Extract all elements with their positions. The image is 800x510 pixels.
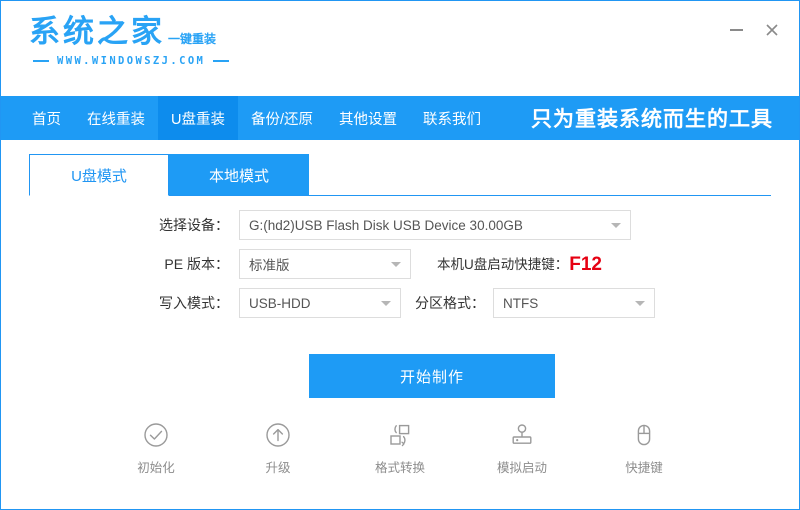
tool-initialize[interactable]: 初始化 xyxy=(120,420,192,476)
form-row-pe-version: PE 版本： 标准版 本机U盘启动快捷键：F12 xyxy=(1,249,799,279)
window-controls xyxy=(721,17,787,43)
logo-dash-right xyxy=(213,60,230,62)
tab-usb-mode[interactable]: U盘模式 xyxy=(29,154,169,196)
joystick-icon xyxy=(507,420,537,450)
boot-hotkey-label: 本机U盘启动快捷键： xyxy=(437,256,569,272)
logo-dash-left xyxy=(33,60,49,62)
brand-logo: 系统之家 一键重装 WWW.WINDOWSZJ.COM xyxy=(29,17,309,67)
tool-format-convert[interactable]: 格式转换 xyxy=(364,420,436,476)
mode-tab-bar: U盘模式 本地模式 xyxy=(29,154,309,196)
tool-shortcut-keys[interactable]: 快捷键 xyxy=(608,420,680,476)
check-circle-icon xyxy=(141,420,171,450)
partition-format-label: 分区格式： xyxy=(415,295,485,311)
nav-item-online-reinstall[interactable]: 在线重装 xyxy=(74,96,158,140)
nav-item-usb-reinstall[interactable]: U盘重装 xyxy=(158,96,238,140)
title-bar: 系统之家 一键重装 WWW.WINDOWSZJ.COM xyxy=(1,1,799,95)
pe-version-select[interactable]: 标准版 xyxy=(239,249,411,279)
nav-item-other-settings[interactable]: 其他设置 xyxy=(326,96,410,140)
device-select[interactable]: G:(hd2)USB Flash Disk USB Device 30.00GB xyxy=(239,210,631,240)
arrow-up-circle-icon xyxy=(263,420,293,450)
tab-local-mode[interactable]: 本地模式 xyxy=(169,154,309,196)
chevron-down-icon xyxy=(635,301,645,306)
header-slogan: 只为重装系统而生的工具 xyxy=(531,108,773,131)
nav-item-home[interactable]: 首页 xyxy=(19,96,74,140)
minimize-icon xyxy=(729,29,743,31)
mouse-icon xyxy=(629,420,659,450)
tool-shortcut-keys-label: 快捷键 xyxy=(625,461,663,475)
tool-upgrade[interactable]: 升级 xyxy=(242,420,314,476)
main-navigation: 首页 在线重装 U盘重装 备份/还原 其他设置 联系我们 只为重装系统而生的工具 xyxy=(1,96,799,140)
chevron-down-icon xyxy=(391,262,401,267)
brand-website: WWW.WINDOWSZJ.COM xyxy=(57,55,206,67)
tool-initialize-label: 初始化 xyxy=(137,461,175,475)
device-select-value: G:(hd2)USB Flash Disk USB Device 30.00GB xyxy=(249,217,523,233)
format-convert-icon xyxy=(385,420,415,450)
device-label: 选择设备： xyxy=(159,217,229,233)
usb-config-form: 选择设备： G:(hd2)USB Flash Disk USB Device 3… xyxy=(1,210,799,327)
write-mode-select[interactable]: USB-HDD xyxy=(239,288,401,318)
chevron-down-icon xyxy=(611,223,621,228)
close-button[interactable] xyxy=(757,17,787,43)
brand-name: 系统之家 xyxy=(29,14,165,50)
app-window: 系统之家 一键重装 WWW.WINDOWSZJ.COM 首页 在线重装 U盘重装 xyxy=(0,0,800,510)
tool-upgrade-label: 升级 xyxy=(265,461,291,475)
pe-version-select-value: 标准版 xyxy=(249,258,290,273)
nav-item-contact-us[interactable]: 联系我们 xyxy=(410,96,494,140)
tool-simulate-boot[interactable]: 模拟启动 xyxy=(486,420,558,476)
form-row-write-mode: 写入模式： USB-HDD 分区格式： NTFS xyxy=(1,288,799,318)
partition-format-select-value: NTFS xyxy=(503,295,539,311)
content-area: U盘模式 本地模式 选择设备： G:(hd2)USB Flash Disk US… xyxy=(1,140,799,509)
form-row-device: 选择设备： G:(hd2)USB Flash Disk USB Device 3… xyxy=(1,210,799,240)
nav-item-backup-restore[interactable]: 备份/还原 xyxy=(238,96,326,140)
write-mode-label: 写入模式： xyxy=(159,295,229,311)
pe-version-label: PE 版本： xyxy=(164,256,229,272)
tool-shortcuts: 初始化 升级 格式转换 模拟启动 快捷键 xyxy=(1,420,799,476)
tool-format-convert-label: 格式转换 xyxy=(374,461,425,475)
minimize-button[interactable] xyxy=(721,17,751,43)
brand-tagline: 一键重装 xyxy=(168,32,217,46)
close-icon xyxy=(766,24,778,36)
partition-format-select[interactable]: NTFS xyxy=(493,288,655,318)
chevron-down-icon xyxy=(381,301,391,306)
boot-hotkey-info: 本机U盘启动快捷键：F12 xyxy=(437,253,602,276)
tool-simulate-boot-label: 模拟启动 xyxy=(496,461,547,475)
write-mode-select-value: USB-HDD xyxy=(249,295,311,311)
start-make-button[interactable]: 开始制作 xyxy=(309,354,555,398)
boot-hotkey-value: F12 xyxy=(569,253,602,275)
